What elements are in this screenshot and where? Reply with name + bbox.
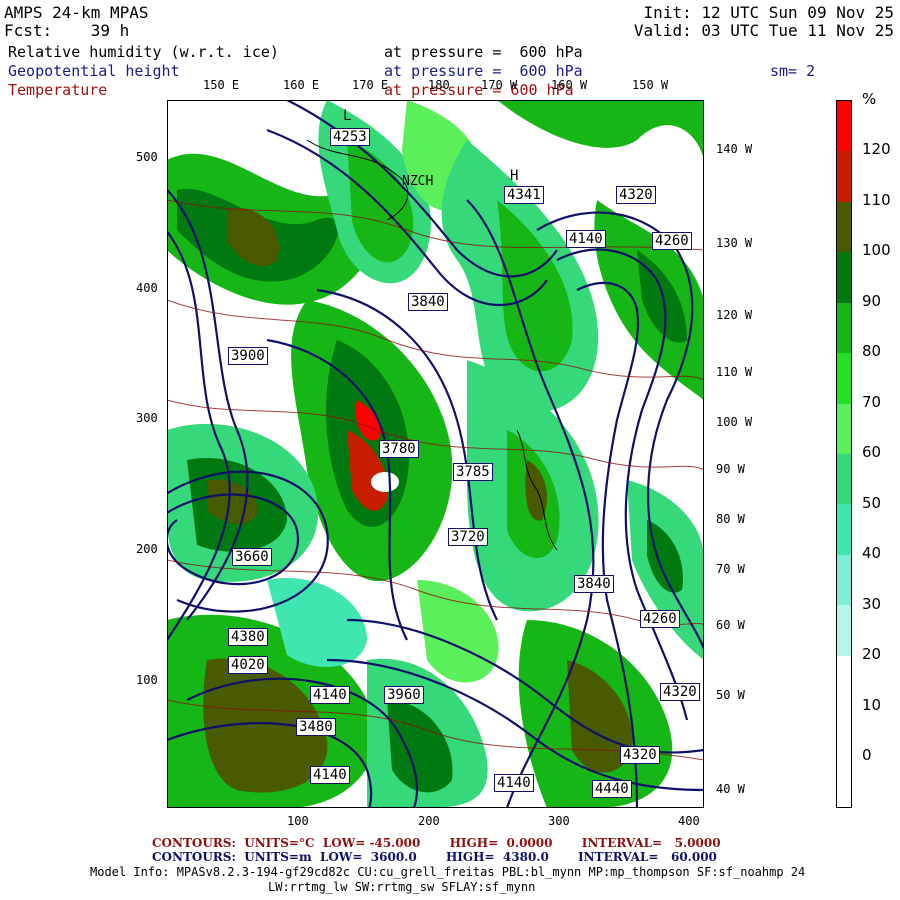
- forecast-hour: Fcst: 39 h: [4, 21, 130, 40]
- colorbar-label: 70: [862, 393, 882, 411]
- humidity-colorbar: [836, 100, 852, 808]
- height-value-label: 4140: [566, 230, 606, 248]
- product-title: AMPS 24-km MPAS: [4, 3, 149, 22]
- height-value-label: 4320: [616, 186, 656, 204]
- colorbar-segment: [837, 706, 851, 757]
- colorbar-segment: [837, 403, 851, 454]
- lat-label: 130 W: [716, 236, 753, 250]
- lat-label: 70 W: [716, 562, 745, 576]
- colorbar-label: 50: [862, 494, 882, 512]
- colorbar-label: 40: [862, 544, 882, 562]
- height-value-label: 3960: [384, 686, 424, 704]
- colorbar-segment: [837, 605, 851, 656]
- lon-label: 170 W: [481, 78, 518, 92]
- height-value-label: 4020: [228, 656, 268, 674]
- colorbar-segment: [837, 252, 851, 303]
- colorbar-label: 110: [862, 191, 891, 209]
- lon-label: 170 E: [352, 78, 389, 92]
- field-temp-pressure: at pressure = 600 hPa: [384, 81, 574, 99]
- colorbar-label: 120: [862, 140, 891, 158]
- colorbar-segment: [837, 504, 851, 555]
- smoothing-label: sm= 2: [770, 62, 816, 80]
- height-value-label: 4140: [310, 686, 350, 704]
- colorbar-segment: [837, 454, 851, 505]
- height-value-label: 3720: [448, 528, 488, 546]
- colorbar-label: 30: [862, 595, 882, 613]
- colorbar-label: 20: [862, 645, 882, 663]
- colorbar-label: 90: [862, 292, 882, 310]
- x-tick: 100: [287, 814, 309, 828]
- high-center-label: H: [510, 168, 519, 184]
- lat-label: 100 W: [716, 415, 753, 429]
- height-value-label: 4320: [620, 746, 660, 764]
- x-tick: 300: [548, 814, 570, 828]
- height-value-label: 3900: [228, 347, 268, 365]
- height-value-label: 4440: [592, 780, 632, 798]
- height-value-label: 4380: [228, 628, 268, 646]
- low-center-label: L: [343, 108, 352, 124]
- lon-label: 150 W: [632, 78, 669, 92]
- valid-time: Valid: 03 UTC Tue 11 Nov 25: [633, 21, 894, 40]
- lon-label: 160 W: [551, 78, 588, 92]
- temperature-contour-info: CONTOURS: UNITS=°C LOW= -45.000 HIGH= 0.…: [152, 836, 721, 850]
- colorbar-segment: [837, 302, 851, 354]
- height-value-label: 3785: [453, 463, 493, 481]
- y-tick: 300: [136, 411, 158, 425]
- field-rh-pressure: at pressure = 600 hPa: [384, 43, 583, 61]
- lat-label: 80 W: [716, 512, 745, 526]
- lat-label: 50 W: [716, 688, 745, 702]
- colorbar-label: 10: [862, 696, 882, 714]
- height-value-label: 4320: [660, 683, 700, 701]
- height-value-label: 3840: [574, 575, 614, 593]
- x-tick: 400: [678, 814, 700, 828]
- colorbar-unit: %: [862, 90, 877, 108]
- height-value-label: 4140: [310, 766, 350, 784]
- colorbar-label: 60: [862, 443, 882, 461]
- x-tick: 200: [418, 814, 440, 828]
- colorbar-segment: [837, 655, 851, 707]
- y-tick: 400: [136, 281, 158, 295]
- lat-label: 60 W: [716, 618, 745, 632]
- lon-label: 150 E: [203, 78, 240, 92]
- field-height-name: Geopotential height: [8, 62, 180, 80]
- colorbar-segment: [837, 101, 851, 152]
- y-tick: 500: [136, 150, 158, 164]
- lat-label: 110 W: [716, 365, 753, 379]
- colorbar-label: 0: [862, 746, 872, 764]
- y-tick: 100: [136, 673, 158, 687]
- height-value-label: 4253: [330, 128, 370, 146]
- height-contour-info: CONTOURS: UNITS=m LOW= 3600.0 HIGH= 4380…: [152, 850, 717, 864]
- colorbar-segment: [837, 554, 851, 606]
- lat-label: 90 W: [716, 462, 745, 476]
- y-tick: 200: [136, 542, 158, 556]
- height-value-label: 4140: [494, 774, 534, 792]
- init-time: Init: 12 UTC Sun 09 Nov 25: [643, 3, 894, 22]
- colorbar-label: 80: [862, 342, 882, 360]
- lat-label: 40 W: [716, 782, 745, 796]
- field-temp-name: Temperature: [8, 81, 108, 99]
- colorbar-segment: [837, 151, 851, 202]
- field-rh-name: Relative humidity (w.r.t. ice): [8, 43, 279, 61]
- height-value-label: 4260: [640, 610, 680, 628]
- lon-label: 180: [428, 78, 450, 92]
- height-value-label: 3660: [232, 548, 272, 566]
- lat-label: 120 W: [716, 308, 753, 322]
- weather-map: [167, 100, 704, 808]
- height-value-label: 3840: [408, 293, 448, 311]
- colorbar-label: 100: [862, 241, 891, 259]
- colorbar-segment: [837, 353, 851, 404]
- model-info: Model Info: MPASv8.2.3-194-gf29cd82c CU:…: [90, 865, 806, 879]
- lon-label: 160 E: [283, 78, 320, 92]
- colorbar-segment: [837, 756, 851, 807]
- height-value-label: 4260: [652, 232, 692, 250]
- station-label: NZCH: [402, 174, 434, 189]
- colorbar-segment: [837, 201, 851, 253]
- lat-label: 140 W: [716, 142, 753, 156]
- height-value-label: 4341: [504, 186, 544, 204]
- model-info-2: LW:rrtmg_lw SW:rrtmg_sw SFLAY:sf_mynn: [268, 880, 536, 894]
- height-value-label: 3780: [379, 440, 419, 458]
- height-value-label: 3480: [296, 718, 336, 736]
